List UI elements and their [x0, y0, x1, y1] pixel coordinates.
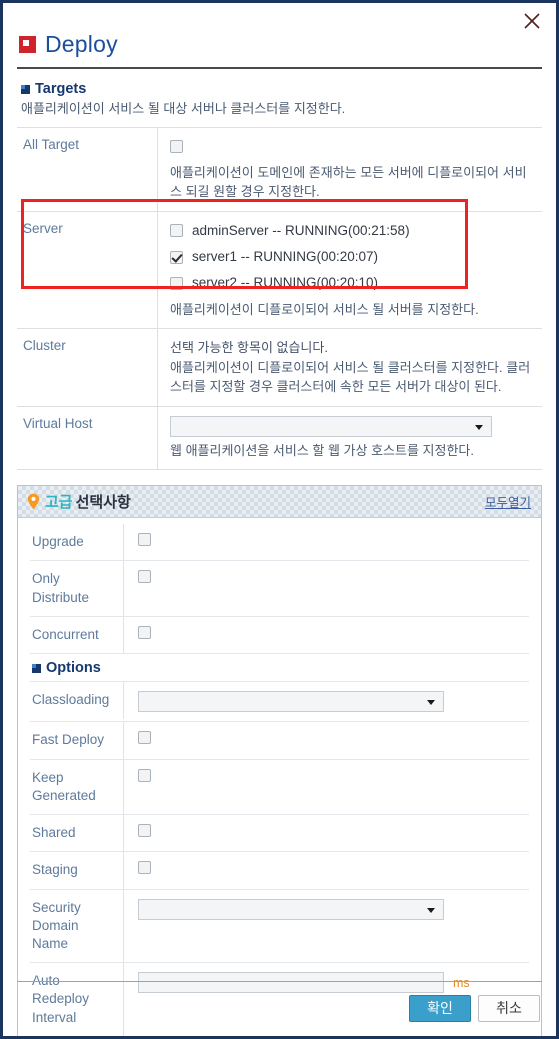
keep-generated-label: Keep Generated [30, 759, 124, 815]
staging-checkbox[interactable] [138, 861, 151, 875]
concurrent-control [124, 617, 529, 648]
concurrent-label: Concurrent [30, 616, 124, 653]
shared-label: Shared [30, 815, 124, 852]
fast-deploy-label: Fast Deploy [30, 722, 124, 759]
shared-checkbox[interactable] [138, 824, 151, 838]
server-label-server1: server1 -- RUNNING(00:20:07) [192, 249, 379, 265]
advanced-options-panel: 고급 선택사항 모두열기 Upgrade Only Distribute Con… [17, 485, 542, 1036]
keep-generated-checkbox[interactable] [138, 768, 151, 782]
title-divider [17, 67, 542, 69]
fast-deploy-control [124, 722, 529, 753]
row-server: Server adminServer -- RUNNING(00:21:58) … [17, 211, 542, 330]
server-hint: 애플리케이션이 디플로이되어 서비스 될 서버를 지정한다. [170, 301, 479, 317]
cluster-label: Cluster [17, 329, 158, 406]
close-icon[interactable] [520, 9, 544, 33]
advanced-title-highlight: 고급 [45, 494, 73, 512]
advanced-panel-body: Upgrade Only Distribute Concurrent Optio… [18, 518, 541, 1036]
row-upgrade: Upgrade [30, 524, 529, 562]
location-pin-icon [27, 493, 40, 510]
targets-heading: Targets [21, 82, 556, 97]
cluster-hint: 애플리케이션이 디플로이되어 서비스 될 클러스터를 지정한다. 클러스터를 지… [170, 359, 531, 395]
dialog-footer: 확인 취소 [409, 995, 540, 1022]
dialog-titlebar: Deploy [3, 3, 556, 69]
server-checkbox-server1[interactable] [170, 250, 183, 264]
list-item[interactable]: server1 -- RUNNING(00:20:07) [170, 247, 538, 267]
security-domain-name-label: Security Domain Name [30, 889, 124, 963]
all-target-hint: 애플리케이션이 도메인에 존재하는 모든 서버에 디플로이되어 서비스 되길 원… [170, 164, 527, 200]
staging-label: Staging [30, 852, 124, 889]
section-square-icon [32, 663, 41, 673]
classloading-label: Classloading [30, 682, 124, 719]
all-target-checkbox[interactable] [170, 140, 183, 154]
row-all-target: All Target 애플리케이션이 도메인에 존재하는 모든 서버에 디플로이… [17, 128, 542, 212]
auto-redeploy-interval-input[interactable] [138, 972, 444, 994]
row-classloading: Classloading [30, 682, 529, 723]
virtual-host-label: Virtual Host [17, 406, 158, 470]
auto-redeploy-interval-unit: ms [453, 975, 470, 990]
confirm-button[interactable]: 확인 [409, 995, 471, 1022]
only-distribute-control [124, 561, 529, 592]
all-target-field: 애플리케이션이 도메인에 존재하는 모든 서버에 디플로이되어 서비스 되길 원… [158, 128, 542, 211]
row-only-distribute: Only Distribute [30, 561, 529, 617]
concurrent-checkbox[interactable] [138, 625, 151, 639]
options-heading: Options [30, 654, 529, 683]
dialog-title-text: Deploy [45, 31, 118, 57]
list-item[interactable]: adminServer -- RUNNING(00:21:58) [170, 221, 538, 241]
cluster-field: 선택 가능한 항목이 없습니다. 애플리케이션이 디플로이되어 서비스 될 클러… [158, 329, 542, 406]
section-square-icon [21, 84, 30, 94]
staging-control [124, 852, 529, 883]
row-shared: Shared [30, 815, 529, 853]
row-virtual-host: Virtual Host 웹 애플리케이션을 서비스 할 웹 가상 호스트를 지… [17, 406, 542, 471]
server-checkbox-server2[interactable] [170, 276, 183, 290]
virtual-host-select[interactable] [170, 415, 492, 437]
targets-heading-text: Targets [35, 81, 87, 97]
footer-divider [17, 981, 542, 982]
advanced-panel-header: 고급 선택사항 모두열기 [18, 486, 541, 519]
row-staging: Staging [30, 852, 529, 890]
keep-generated-control [124, 760, 529, 791]
fast-deploy-checkbox[interactable] [138, 731, 151, 745]
only-distribute-label: Only Distribute [30, 561, 124, 616]
server-label-server2: server2 -- RUNNING(00:20:10) [192, 275, 379, 291]
virtual-host-hint: 웹 애플리케이션을 서비스 할 웹 가상 호스트를 지정한다. [170, 442, 474, 458]
deploy-dialog: Deploy Targets 애플리케이션이 서비스 될 대상 서버나 클러스터… [0, 0, 559, 1039]
upgrade-control [124, 524, 529, 555]
server-field: adminServer -- RUNNING(00:21:58) server1… [158, 212, 542, 328]
row-security-domain-name: Security Domain Name [30, 889, 529, 964]
row-concurrent: Concurrent [30, 616, 529, 654]
server-checkbox-adminserver[interactable] [170, 224, 183, 238]
expand-all-link[interactable]: 모두열기 [485, 492, 531, 511]
cancel-button[interactable]: 취소 [478, 995, 540, 1022]
shared-control [124, 815, 529, 846]
row-cluster: Cluster 선택 가능한 항목이 없습니다. 애플리케이션이 디플로이되어 … [17, 329, 542, 407]
targets-description: 애플리케이션이 서비스 될 대상 서버나 클러스터를 지정한다. [21, 100, 346, 116]
upgrade-label: Upgrade [30, 524, 124, 561]
server-label: Server [17, 211, 158, 329]
auto-redeploy-interval-label: Auto Redeploy Interval [30, 963, 124, 1036]
dialog-title: Deploy [19, 33, 118, 56]
server-label-adminserver: adminServer -- RUNNING(00:21:58) [192, 222, 410, 238]
upgrade-checkbox[interactable] [138, 533, 151, 547]
options-heading-text: Options [46, 659, 101, 676]
row-keep-generated: Keep Generated [30, 759, 529, 816]
virtual-host-field: 웹 애플리케이션을 서비스 할 웹 가상 호스트를 지정한다. [158, 407, 542, 470]
classloading-control [124, 682, 529, 721]
security-domain-name-control [124, 890, 529, 929]
security-domain-name-select[interactable] [138, 898, 444, 920]
only-distribute-checkbox[interactable] [138, 570, 151, 584]
classloading-select[interactable] [138, 691, 444, 713]
cluster-empty-text: 선택 가능한 항목이 없습니다. [170, 340, 328, 356]
targets-table: All Target 애플리케이션이 도메인에 존재하는 모든 서버에 디플로이… [17, 127, 542, 471]
deploy-icon [19, 36, 36, 53]
all-target-label: All Target [17, 128, 158, 211]
row-fast-deploy: Fast Deploy [30, 722, 529, 760]
list-item[interactable]: server2 -- RUNNING(00:20:10) [170, 273, 538, 293]
advanced-title-rest: 선택사항 [75, 494, 131, 512]
